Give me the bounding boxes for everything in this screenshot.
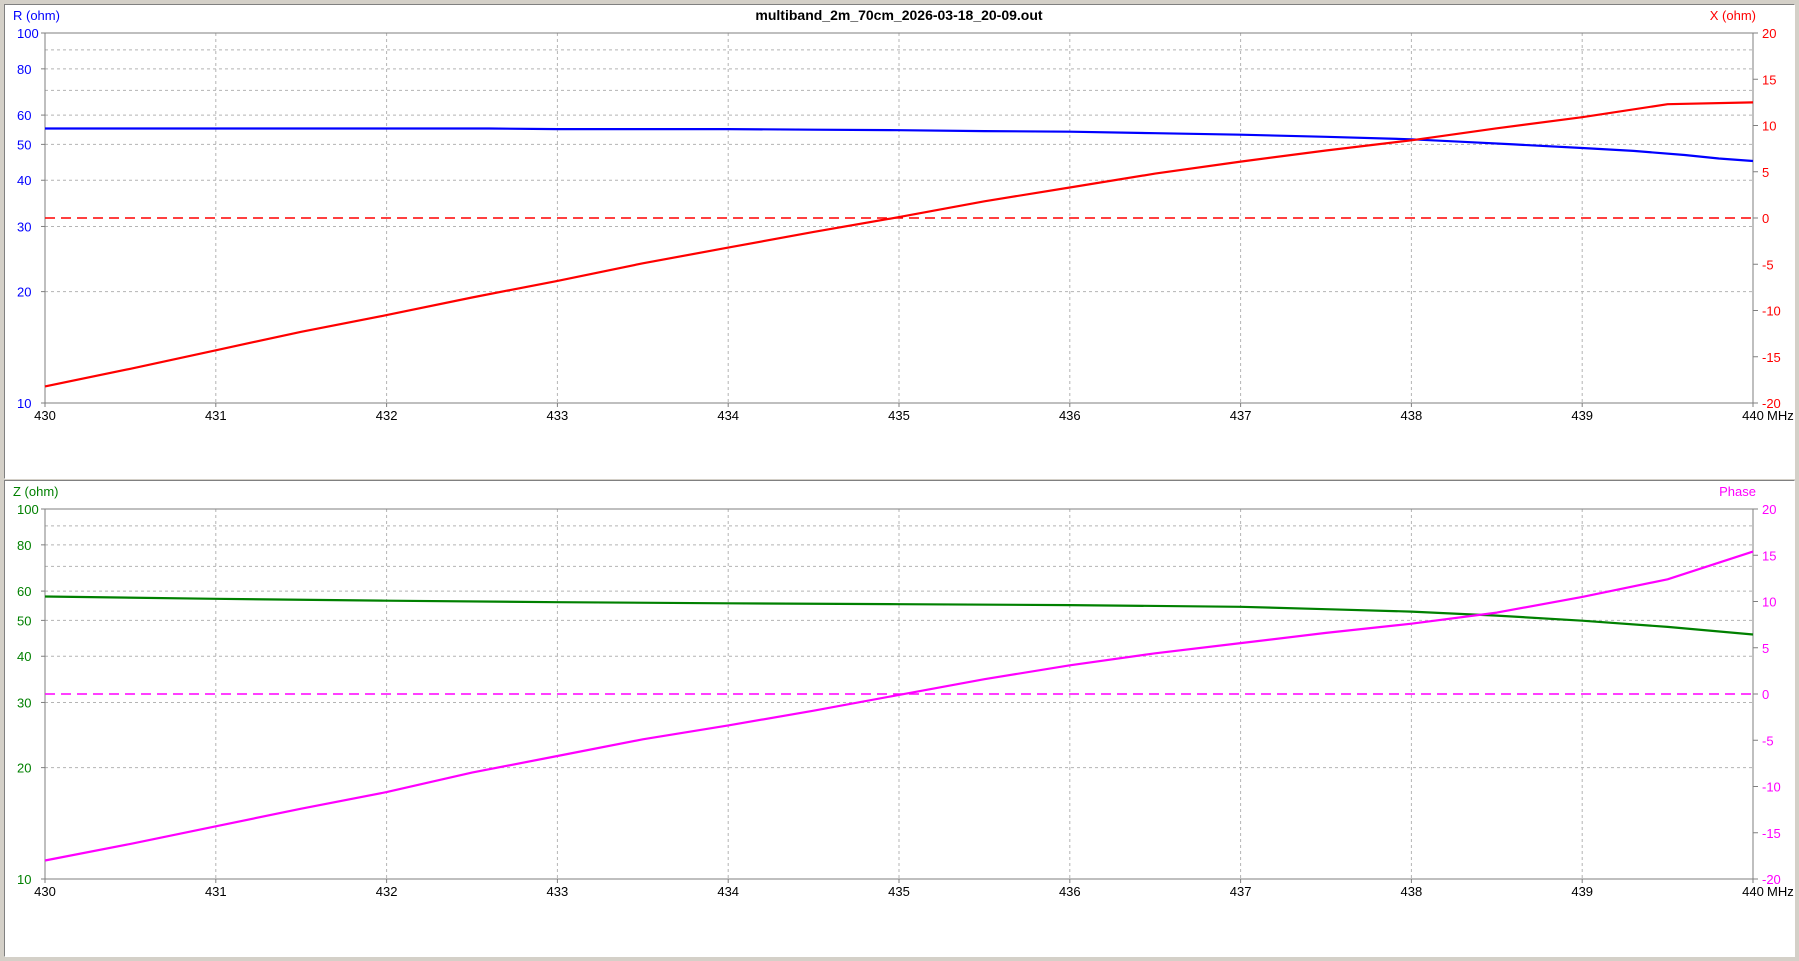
x-axis-tick-label: 439	[1571, 408, 1593, 423]
x-axis-tick-label: 436	[1059, 408, 1081, 423]
x-axis-tick-label: 440	[1742, 408, 1764, 423]
x-axis-tick-label: 435	[888, 408, 910, 423]
left-axis-tick-label: 60	[17, 108, 31, 123]
left-axis-tick-label: 40	[17, 649, 31, 664]
left-axis-tick-label: 30	[17, 219, 31, 234]
left-axis-tick-label: 60	[17, 584, 31, 599]
right-axis-tick-label: 0	[1762, 687, 1769, 702]
right-axis-tick-label: 20	[1762, 502, 1776, 517]
plot-window: 10 20 30 40 50 60 80 100 -20 -15 -10 -5 0 5 10 15 20 430 4…	[0, 0, 1799, 961]
right-axis-tick-label: -5	[1762, 257, 1774, 272]
phase-series-line	[44, 550, 1754, 862]
right-axis-tick-label: 5	[1762, 641, 1769, 656]
left-axis-title: R (ohm)	[13, 8, 60, 23]
rx-chart-panel: 10 20 30 40 50 60 80 100 -20 -15 -10 -5 0 5 10 15 20 430 4…	[4, 4, 1795, 479]
right-axis-tick-label: -15	[1762, 826, 1781, 841]
z-phase-chart: 10203040506080100-20-15-10-505101520430 4…	[13, 484, 1794, 899]
left-axis-tick-label: 80	[17, 538, 31, 553]
x-axis-tick-label: 434	[717, 408, 739, 423]
right-axis-tick-label: 5	[1762, 165, 1769, 180]
x-axis-tick-label: 431	[205, 884, 227, 899]
x-axis-tick-label: 433	[547, 884, 569, 899]
x-axis-tick-label: 435	[888, 884, 910, 899]
left-axis-tick-label: 100	[17, 502, 39, 517]
right-axis-title: X (ohm)	[1710, 8, 1756, 23]
x-axis-tick-label: 430	[34, 884, 56, 899]
right-axis-tick-label: -10	[1762, 304, 1781, 319]
left-axis-tick-label: 80	[17, 62, 31, 77]
x-axis-tick-label: 438	[1401, 408, 1423, 423]
right-axis-tick-label: 15	[1762, 548, 1776, 563]
x-axis-tick-label: 433	[547, 408, 569, 423]
right-axis-tick-label: 20	[1762, 26, 1776, 41]
x-axis-tick-label: 432	[376, 408, 398, 423]
left-axis-tick-label: 100	[17, 26, 39, 41]
x-axis-tick-label: 437	[1230, 884, 1252, 899]
left-axis-title: Z (ohm)	[13, 484, 59, 499]
x-axis-unit-label: MHz	[1767, 884, 1794, 899]
left-axis-tick-label: 50	[17, 137, 31, 152]
x-axis-tick-label: 430	[34, 408, 56, 423]
right-axis-title: Phase	[1719, 484, 1756, 499]
right-axis-tick-label: -15	[1762, 350, 1781, 365]
x-axis-tick-label: 431	[205, 408, 227, 423]
x-axis-tick-label: 434	[717, 884, 739, 899]
left-axis-tick-label: 40	[17, 173, 31, 188]
chart-title: multiband_2m_70cm_2026-03-18_20-09.out	[755, 7, 1042, 23]
right-axis-tick-label: 10	[1762, 119, 1776, 134]
rx-chart: 10203040506080100-20-15-10-505101520430 4…	[13, 7, 1794, 423]
x-axis-tick-label: 436	[1059, 884, 1081, 899]
x-axis-tick-label: 438	[1401, 884, 1423, 899]
left-axis-tick-label: 20	[17, 761, 31, 776]
x-axis-unit-label: MHz	[1767, 408, 1794, 423]
right-axis-tick-label: 15	[1762, 72, 1776, 87]
left-axis-tick-label: 10	[17, 396, 31, 411]
left-axis-tick-label: 50	[17, 613, 31, 628]
x-axis-tick-label: 440	[1742, 884, 1764, 899]
right-axis-tick-label: -10	[1762, 780, 1781, 795]
left-axis-tick-label: 20	[17, 285, 31, 300]
z-series-line	[44, 595, 1754, 636]
right-axis-tick-label: 10	[1762, 595, 1776, 610]
x-axis-tick-label: 432	[376, 884, 398, 899]
left-axis-tick-label: 10	[17, 872, 31, 887]
x-axis-tick-label: 439	[1571, 884, 1593, 899]
left-axis-tick-label: 30	[17, 695, 31, 710]
z-phase-chart-panel: 10 20 30 40 50 60 80 100 -20 -15 -10 -5 0 5 10 15 20 430 4…	[4, 480, 1795, 957]
x-axis-tick-label: 437	[1230, 408, 1252, 423]
right-axis-tick-label: 0	[1762, 211, 1769, 226]
right-axis-tick-label: -5	[1762, 733, 1774, 748]
